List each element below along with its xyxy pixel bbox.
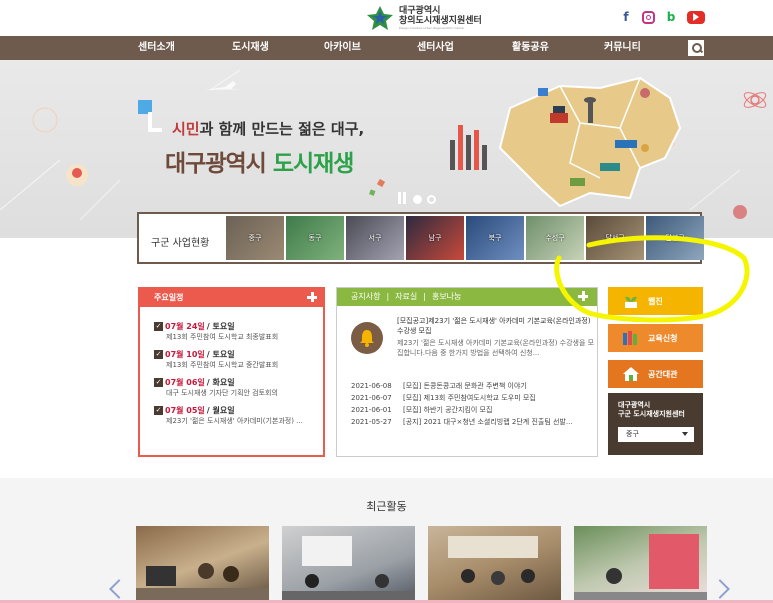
house-icon (622, 366, 640, 382)
youtube-icon[interactable] (687, 10, 705, 24)
pause-icon[interactable] (398, 192, 408, 207)
space-rental-button[interactable]: 공간대관 (608, 360, 703, 388)
schedule-item[interactable]: ✓ 07월 06일 / 화요일 대구 도시재생 기자단 기획안 검토회의 (154, 377, 278, 398)
recent-photo[interactable] (136, 526, 269, 603)
check-icon: ✓ (154, 406, 163, 415)
featured-notice[interactable]: [모집공고]제23기 '젊은 도시재생' 아카데미 기본교육(온라인과정) 수강… (347, 316, 597, 364)
district-thumb-junggu[interactable]: 중구 (226, 216, 284, 260)
edu-apply-button[interactable]: 교육신청 (608, 324, 703, 352)
hero-dot-1[interactable] (413, 195, 422, 204)
main-nav: 센터소개 도시재생 아카이브 센터사업 활동공유 커뮤니티 (0, 36, 773, 60)
schedule-more-plus-icon[interactable] (306, 291, 318, 303)
facebook-icon[interactable]: f (618, 9, 634, 25)
bell-icon (351, 322, 383, 354)
district-thumb-donggu[interactable]: 동구 (286, 216, 344, 260)
schedule-item[interactable]: ✓ 07월 10일 / 토요일 제13회 주민참여 도시학교 중간발표회 (154, 349, 278, 370)
district-thumb-bukgu[interactable]: 북구 (466, 216, 524, 260)
tab-resources[interactable]: 자료실 (395, 292, 417, 301)
nav-item-center-projects[interactable]: 센터사업 (417, 36, 454, 60)
check-icon: ✓ (154, 322, 163, 331)
nav-item-activity-share[interactable]: 활동공유 (512, 36, 549, 60)
notice-row[interactable]: 2021-06-01 [모집] 하반기 공간지킴이 모집 (351, 404, 573, 416)
logo-line1: 대구광역시 (399, 6, 441, 16)
hero-bracket (148, 112, 162, 132)
blog-icon[interactable]: b (663, 9, 679, 25)
search-icon[interactable] (688, 40, 704, 56)
featured-notice-desc: 제23기 '젊은 도시재생 아카데미 기본교육(온라인과정) 수강생을 모집합니… (397, 339, 595, 357)
district-thumb-seogu[interactable]: 서구 (346, 216, 404, 260)
recent-photo[interactable] (428, 526, 561, 603)
chevron-right-icon[interactable] (710, 579, 730, 599)
schedule-header: 주요일정 (140, 289, 323, 307)
nav-item-community[interactable]: 커뮤니티 (604, 36, 641, 60)
site-logo[interactable]: 대구광역시 창의도시재생지원센터 Daegu Creative Urban Re… (365, 4, 495, 32)
recent-photo[interactable] (574, 526, 707, 603)
notice-row[interactable]: 2021-06-07 [모집] 제13회 주민참여도시학교 도우미 모집 (351, 392, 573, 404)
district-label: 구군 사업현황 (151, 238, 210, 249)
hero-title-line1: 시민과 함께 만드는 젊은 대구, (172, 120, 365, 138)
hero-pager (398, 192, 436, 207)
recent-activity-section: 최근활동 (0, 478, 773, 603)
nav-item-center-intro[interactable]: 센터소개 (138, 36, 175, 60)
check-icon: ✓ (154, 378, 163, 387)
recent-activity-title: 최근활동 (366, 500, 407, 513)
hero-dot-2[interactable] (427, 195, 436, 204)
tab-promotion[interactable]: 홍보나눔 (432, 292, 461, 301)
check-icon: ✓ (154, 350, 163, 359)
hero-title-line2: 대구광역시 도시재생 (165, 151, 354, 177)
recent-photo[interactable] (282, 526, 415, 603)
books-icon (622, 330, 640, 346)
chevron-left-icon[interactable] (109, 579, 129, 599)
logo-line3: Daegu Creative Urban Regeneration Center (399, 26, 465, 30)
chevron-down-icon (682, 432, 688, 436)
tab-notice[interactable]: 공지사항 (351, 292, 380, 301)
logo-icon (367, 6, 393, 30)
bar-illustration (450, 125, 487, 170)
schedule-item[interactable]: ✓ 07월 05일 / 월요일 제23기 '젊은 도시재생' 아카데미(기본과정)… (154, 405, 303, 426)
schedule-item[interactable]: ✓ 07월 24일 / 토요일 제13회 주민참여 도시학교 최종발표회 (154, 321, 278, 342)
social-links: f b (618, 9, 705, 25)
district-center-box: 대구광역시 구군 도시재생지원센터 중구 (608, 393, 703, 455)
nav-item-archive[interactable]: 아카이브 (324, 36, 361, 60)
instagram-icon[interactable] (642, 10, 655, 24)
schedule-title: 주요일정 (154, 293, 184, 302)
district-center-select[interactable]: 중구 (618, 427, 694, 442)
highlight-scribble (554, 235, 750, 323)
notice-row[interactable]: 2021-05-27 [공지] 2021 대구×청년 소셜리빙랩 2단계 진출팀 … (351, 416, 573, 428)
schedule-panel: 주요일정 ✓ 07월 24일 / 토요일 제13회 주민참여 도시학교 최종발표회… (138, 287, 325, 457)
logo-line2: 창의도시재생지원센터 (399, 16, 482, 26)
district-thumb-namgu[interactable]: 남구 (406, 216, 464, 260)
notice-row[interactable]: 2021-06-08 [모집] 돈콩돈콩고래 문화관 주변책 이야기 (351, 380, 573, 392)
nav-item-urban-regeneration[interactable]: 도시재생 (232, 36, 269, 60)
